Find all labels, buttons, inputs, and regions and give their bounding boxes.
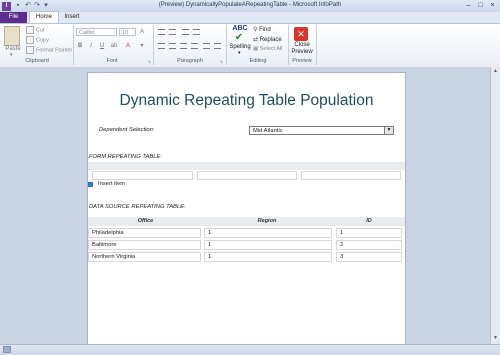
preview-group-label: Preview [292, 58, 312, 64]
ds-header-id: ID [366, 218, 372, 224]
grow-font-icon[interactable]: A [138, 28, 146, 36]
bold-button[interactable]: B [76, 42, 84, 50]
paste-icon[interactable] [4, 26, 20, 46]
find-button[interactable]: ⚲ Find [253, 26, 271, 33]
cut-label: Cut [36, 27, 45, 34]
align-left-icon[interactable] [158, 43, 165, 49]
replace-label: Replace [259, 37, 282, 43]
brush-icon [26, 46, 34, 54]
spelling-dropdown-icon[interactable]: ▾ [238, 50, 241, 56]
italic-button[interactable]: I [87, 42, 95, 50]
copy-button[interactable]: Copy [26, 36, 49, 44]
ds-header-office: Office [137, 218, 154, 224]
close-preview-icon[interactable]: ✕ [294, 27, 308, 41]
close-preview-label-line1: Close [294, 42, 310, 48]
align-right-icon[interactable] [180, 43, 187, 49]
status-bar [0, 344, 500, 355]
editing-group-label: Editing [249, 58, 267, 64]
scissors-icon [26, 26, 34, 34]
vertical-scrollbar[interactable]: ▲ ▼ [490, 67, 500, 344]
scroll-up-icon[interactable]: ▲ [492, 68, 499, 75]
select-all-label: Select All [259, 46, 283, 52]
select-all-icon: ▦ [253, 46, 260, 52]
ds-cell-region[interactable]: 1 [204, 228, 332, 238]
ds-cell-id[interactable]: 1 [336, 228, 402, 238]
paragraph-launcher-icon[interactable]: ↘ [219, 59, 223, 65]
font-color-icon[interactable]: A [124, 42, 132, 50]
replace-button[interactable]: ⇄ Replace [253, 36, 282, 43]
highlight-icon[interactable]: ab [110, 42, 118, 50]
minimize-icon[interactable]: – [464, 1, 473, 10]
numbering-icon[interactable] [169, 29, 176, 35]
ds-cell-office[interactable]: Philadelphia [88, 228, 201, 238]
form-repeating-table-label: FORM REPEATING TABLE: [89, 154, 162, 160]
replace-icon: ⇄ [253, 37, 260, 43]
font-size-box[interactable]: 10 [119, 28, 136, 36]
bullets-icon[interactable] [158, 29, 165, 35]
select-all-button[interactable]: ▦ Select All [253, 46, 282, 52]
ribbon-separator [316, 25, 317, 65]
ds-header-region: Region [257, 218, 277, 224]
format-painter-label: Format Painter [36, 47, 73, 54]
paste-button[interactable]: Paste [3, 46, 23, 52]
font-dialog-icon[interactable]: ▾ [138, 42, 146, 50]
close-preview-label-line2: Preview [291, 49, 313, 55]
clipboard-group-label: Clipboard [25, 58, 49, 64]
ds-cell-office[interactable]: Baltimore [88, 240, 201, 250]
format-painter-button[interactable]: Format Painter [26, 46, 72, 54]
ds-cell-region[interactable]: 1 [204, 252, 332, 262]
ds-cell-id[interactable]: 3 [336, 252, 402, 262]
dependent-selection-label: Dependent Selection: [99, 127, 155, 133]
scroll-down-icon[interactable]: ▼ [492, 335, 499, 342]
line-spacing-icon[interactable] [203, 43, 210, 49]
decrease-indent-icon[interactable] [182, 29, 189, 35]
window-title: (Preview) DynamicallyPopulateARepeatingT… [158, 2, 342, 8]
dependent-selection-dropdown[interactable]: Mid Atlantic ▼ [249, 126, 394, 135]
increase-indent-icon[interactable] [193, 29, 200, 35]
tab-insert[interactable]: Insert [58, 12, 86, 23]
status-icon[interactable] [3, 346, 11, 353]
form-table-cell[interactable] [197, 171, 297, 180]
form-table-cell[interactable] [92, 171, 193, 180]
page-title: Dynamic Repeating Table Population [119, 92, 374, 109]
find-label: Find [259, 27, 271, 33]
underline-button[interactable]: U [98, 42, 106, 50]
justify-icon[interactable] [191, 43, 198, 49]
font-group-label: Font [106, 58, 118, 64]
dependent-selection-value: Mid Atlantic [253, 128, 283, 134]
chevron-down-icon[interactable]: ▼ [384, 127, 393, 134]
shading-icon[interactable] [214, 43, 221, 49]
tab-file[interactable]: File [0, 12, 27, 23]
ds-cell-office[interactable]: Northern Virginia [88, 252, 201, 262]
form-table-cell[interactable] [301, 171, 401, 180]
spelling-icon[interactable]: ABC [230, 25, 250, 32]
close-preview-button[interactable]: Close Preview [289, 42, 315, 56]
cut-button[interactable]: Cut [26, 26, 45, 34]
insert-item-link[interactable]: Insert item [98, 181, 125, 187]
align-center-icon[interactable] [169, 43, 176, 49]
copy-icon [26, 36, 34, 44]
tab-home[interactable]: Home [29, 11, 59, 23]
insert-item-icon[interactable] [88, 182, 93, 187]
paragraph-group-label: Paragraph [177, 58, 203, 64]
ds-cell-region[interactable]: 1 [204, 240, 332, 250]
copy-label: Copy [36, 37, 49, 44]
data-source-table-label: DATA SOURCE REPEATING TABLE: [89, 204, 186, 210]
close-window-icon[interactable]: × [488, 1, 497, 10]
form-table-header [88, 162, 405, 170]
checkmark-icon: ✔ [234, 32, 244, 43]
ds-cell-id[interactable]: 2 [336, 240, 402, 250]
font-launcher-icon[interactable]: ↘ [147, 59, 151, 65]
maximize-icon[interactable]: □ [476, 1, 485, 10]
font-name-box[interactable]: Calibri [76, 28, 117, 36]
